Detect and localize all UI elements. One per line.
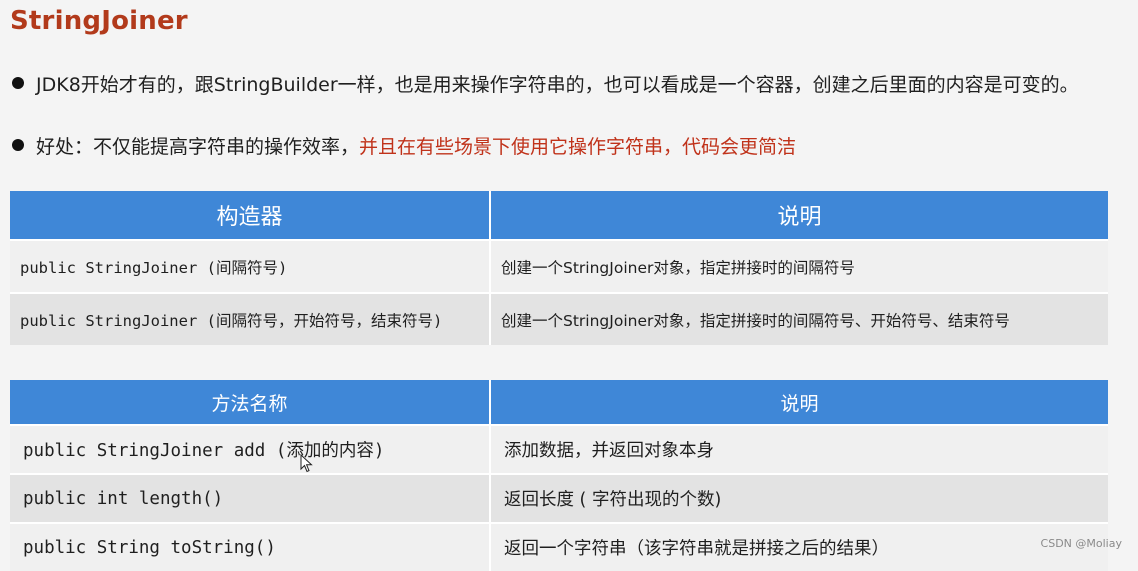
header-constructor: 构造器 [10,191,491,240]
bullet-intro-text: JDK8开始才有的，跟StringBuilder一样，也是用来操作字符串的，也可… [36,74,1079,96]
bullet-benefit-text: 好处：不仅能提高字符串的操作效率， [36,136,360,158]
table-row: public StringJoiner (间隔符号，开始符号，结束符号) 创建一… [10,292,1108,345]
method-signature: public StringJoiner add (添加的内容) [10,424,491,474]
mouse-cursor-icon [300,454,313,473]
table-row: public StringJoiner add (添加的内容) 添加数据，并返回… [10,424,1108,474]
watermark-text: CSDN @Moliay [1040,537,1122,550]
bullet-benefit: 好处：不仅能提高字符串的操作效率，并且在有些场景下使用它操作字符串，代码会更简洁 [12,132,796,159]
constructor-signature: public StringJoiner (间隔符号) [10,239,491,293]
table-row: public int length() 返回长度 ( 字符出现的个数) [10,473,1108,523]
constructor-signature: public StringJoiner (间隔符号，开始符号，结束符号) [10,292,491,345]
method-description: 添加数据，并返回对象本身 [490,424,1108,474]
bullet-benefit-highlight: 并且在有些场景下使用它操作字符串，代码会更简洁 [359,136,797,158]
method-description: 返回一个字符串（该字符串就是拼接之后的结果） [490,522,1108,571]
constructor-description: 创建一个StringJoiner对象，指定拼接时的间隔符号 [490,239,1108,293]
header-description: 说明 [490,191,1108,240]
bullet-intro: JDK8开始才有的，跟StringBuilder一样，也是用来操作字符串的，也可… [12,70,1079,97]
constructor-description: 创建一个StringJoiner对象，指定拼接时的间隔符号、开始符号、结束符号 [490,292,1108,345]
methods-table: 方法名称 说明 public StringJoiner add (添加的内容) … [10,380,1108,571]
method-signature: public int length() [10,473,491,523]
method-description: 返回长度 ( 字符出现的个数) [490,473,1108,523]
table-header-row: 构造器 说明 [10,191,1108,240]
table-header-row: 方法名称 说明 [10,380,1108,425]
bullet-dot-icon [12,139,24,151]
method-signature: public String toString() [10,522,491,571]
constructors-table: 构造器 说明 public StringJoiner (间隔符号) 创建一个St… [10,191,1108,345]
header-method-name: 方法名称 [10,380,491,425]
table-row: public String toString() 返回一个字符串（该字符串就是拼… [10,522,1108,571]
bullet-dot-icon [12,77,24,89]
table-row: public StringJoiner (间隔符号) 创建一个StringJoi… [10,239,1108,293]
slide-title: StringJoiner [10,6,188,36]
header-description: 说明 [490,380,1108,425]
